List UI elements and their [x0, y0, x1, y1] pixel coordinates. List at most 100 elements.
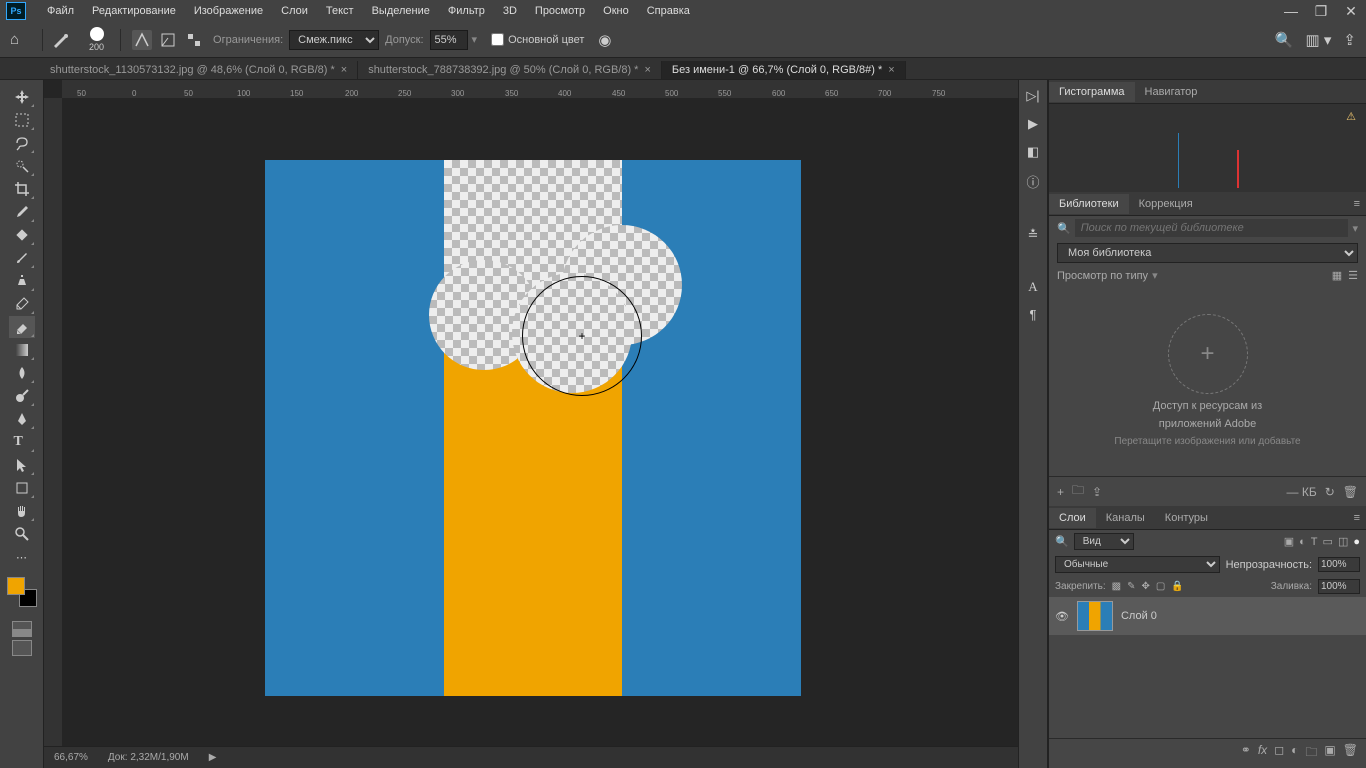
lock-pixels-icon[interactable]: ▩ — [1112, 581, 1121, 592]
grid-view-icon[interactable]: ▦ — [1332, 269, 1342, 282]
window-restore-icon[interactable]: ❐ — [1306, 0, 1336, 22]
smart-filter-icon[interactable]: ◫ — [1338, 535, 1348, 548]
tab-close-icon[interactable]: × — [644, 64, 650, 76]
warning-icon[interactable]: ⚠ — [1346, 110, 1356, 123]
library-search-input[interactable] — [1075, 219, 1349, 237]
tab-libraries[interactable]: Библиотеки — [1049, 194, 1129, 214]
brush-preset-picker[interactable]: 200 — [89, 27, 104, 52]
menu-filter[interactable]: Фильтр — [439, 5, 494, 17]
zoom-level[interactable]: 66,67% — [54, 752, 88, 763]
statusbar-chevron-icon[interactable]: ▶ — [209, 752, 217, 763]
eyedropper-tool[interactable] — [9, 201, 35, 223]
tab-close-icon[interactable]: × — [341, 64, 347, 76]
tab-histogram[interactable]: Гистограмма — [1049, 82, 1135, 102]
quick-mask-icon[interactable] — [12, 621, 32, 637]
fill-input[interactable] — [1318, 579, 1360, 594]
pixel-filter-icon[interactable]: ▣ — [1284, 535, 1294, 548]
trash-icon[interactable]: 🗑 — [1343, 485, 1358, 499]
menu-help[interactable]: Справка — [638, 5, 699, 17]
visibility-eye-icon[interactable]: 👁 — [1055, 610, 1069, 623]
menu-view[interactable]: Просмотр — [526, 5, 594, 17]
blend-mode-select[interactable]: Обычные — [1055, 556, 1220, 573]
fg-color-swatch[interactable] — [7, 577, 25, 595]
type-tool[interactable]: T — [9, 431, 35, 453]
window-close-icon[interactable]: ✕ — [1336, 0, 1366, 22]
panel-icon[interactable]: A — [1028, 279, 1037, 295]
sampling-once-icon[interactable] — [158, 30, 178, 50]
upload-icon[interactable]: ⇪ — [1092, 485, 1102, 499]
new-layer-icon[interactable]: ▣ — [1324, 743, 1335, 764]
add-content-icon[interactable]: + — [1168, 314, 1248, 394]
marquee-tool[interactable] — [9, 109, 35, 131]
layer-mask-icon[interactable]: ◻ — [1274, 743, 1284, 764]
lock-brush-icon[interactable]: ✎ — [1127, 581, 1135, 592]
move-tool[interactable] — [9, 86, 35, 108]
adjustment-filter-icon[interactable]: ◐ — [1299, 536, 1306, 548]
lasso-tool[interactable] — [9, 132, 35, 154]
panel-menu-icon[interactable]: ≡ — [1348, 512, 1366, 524]
clone-stamp-tool[interactable] — [9, 270, 35, 292]
link-layers-icon[interactable]: ⚭ — [1241, 743, 1251, 764]
type-filter-icon[interactable]: T — [1311, 536, 1318, 548]
document-tab[interactable]: shutterstock_1130573132.jpg @ 48,6% (Сло… — [40, 61, 358, 79]
menu-image[interactable]: Изображение — [185, 5, 272, 17]
document-tab[interactable]: Без имени-1 @ 66,7% (Слой 0, RGB/8#) *× — [662, 61, 906, 79]
blur-tool[interactable] — [9, 362, 35, 384]
shape-tool[interactable] — [9, 477, 35, 499]
add-icon[interactable]: + — [1057, 485, 1064, 499]
panel-icon[interactable]: ≛ — [1028, 227, 1039, 243]
tool-preset-picker[interactable] — [51, 28, 81, 52]
list-view-icon[interactable]: ☰ — [1348, 269, 1358, 282]
sync-icon[interactable]: ↻ — [1325, 485, 1335, 499]
menu-3d[interactable]: 3D — [494, 5, 526, 17]
panel-icon[interactable]: ◧ — [1027, 144, 1039, 160]
canvas-artboard[interactable] — [265, 160, 801, 696]
panel-menu-icon[interactable]: ≡ — [1348, 198, 1366, 210]
protect-fg-checkbox[interactable]: Основной цвет — [491, 33, 584, 46]
opacity-input[interactable] — [1318, 557, 1360, 572]
lock-position-icon[interactable]: ✥ — [1142, 581, 1150, 592]
limits-select[interactable]: Смеж.пикс — [289, 30, 379, 50]
quick-select-tool[interactable] — [9, 155, 35, 177]
lock-all-icon[interactable]: 🔒 — [1171, 581, 1183, 592]
layer-filter-kind[interactable]: Вид — [1074, 533, 1134, 550]
crop-tool[interactable] — [9, 178, 35, 200]
panel-icon[interactable]: ⓘ — [1026, 172, 1039, 191]
adjustment-layer-icon[interactable]: ◐ — [1291, 743, 1298, 764]
healing-brush-tool[interactable] — [9, 224, 35, 246]
panel-icon[interactable]: ▷| — [1026, 88, 1039, 104]
gradient-tool[interactable] — [9, 339, 35, 361]
sampling-swatch-icon[interactable] — [184, 30, 204, 50]
canvas-area[interactable]: 50 0 50 100 150 200 250 300 350 400 450 … — [44, 80, 1018, 768]
tab-close-icon[interactable]: × — [888, 64, 894, 76]
zoom-tool[interactable] — [9, 523, 35, 545]
tolerance-input[interactable] — [430, 30, 468, 50]
lock-artboard-icon[interactable]: ▢ — [1156, 581, 1165, 592]
view-by-type-label[interactable]: Просмотр по типу — [1057, 270, 1148, 282]
color-swatches[interactable] — [7, 577, 37, 607]
sampling-continuous-icon[interactable] — [132, 30, 152, 50]
tab-layers[interactable]: Слои — [1049, 508, 1096, 528]
menu-file[interactable]: Файл — [38, 5, 83, 17]
delete-layer-icon[interactable]: 🗑 — [1343, 743, 1358, 764]
pressure-icon[interactable]: ◉ — [598, 31, 611, 49]
hand-tool[interactable] — [9, 500, 35, 522]
tab-channels[interactable]: Каналы — [1096, 508, 1155, 528]
tab-navigator[interactable]: Навигатор — [1135, 82, 1208, 102]
menu-type[interactable]: Текст — [317, 5, 363, 17]
search-icon[interactable]: 🔍 — [1275, 31, 1294, 49]
screen-mode-icon[interactable] — [12, 640, 32, 656]
share-icon[interactable]: ⇪ — [1343, 31, 1356, 49]
menu-select[interactable]: Выделение — [363, 5, 439, 17]
dodge-tool[interactable] — [9, 385, 35, 407]
library-select[interactable]: Моя библиотека — [1057, 243, 1358, 263]
tab-paths[interactable]: Контуры — [1155, 508, 1218, 528]
menu-window[interactable]: Окно — [594, 5, 638, 17]
panel-icon[interactable]: ¶ — [1030, 307, 1037, 322]
window-minimize-icon[interactable]: — — [1276, 0, 1306, 22]
pen-tool[interactable] — [9, 408, 35, 430]
shape-filter-icon[interactable]: ▭ — [1323, 535, 1333, 548]
tab-adjustments[interactable]: Коррекция — [1129, 194, 1203, 214]
brush-tool[interactable] — [9, 247, 35, 269]
folder-icon[interactable]: 🗀 — [1072, 481, 1084, 502]
